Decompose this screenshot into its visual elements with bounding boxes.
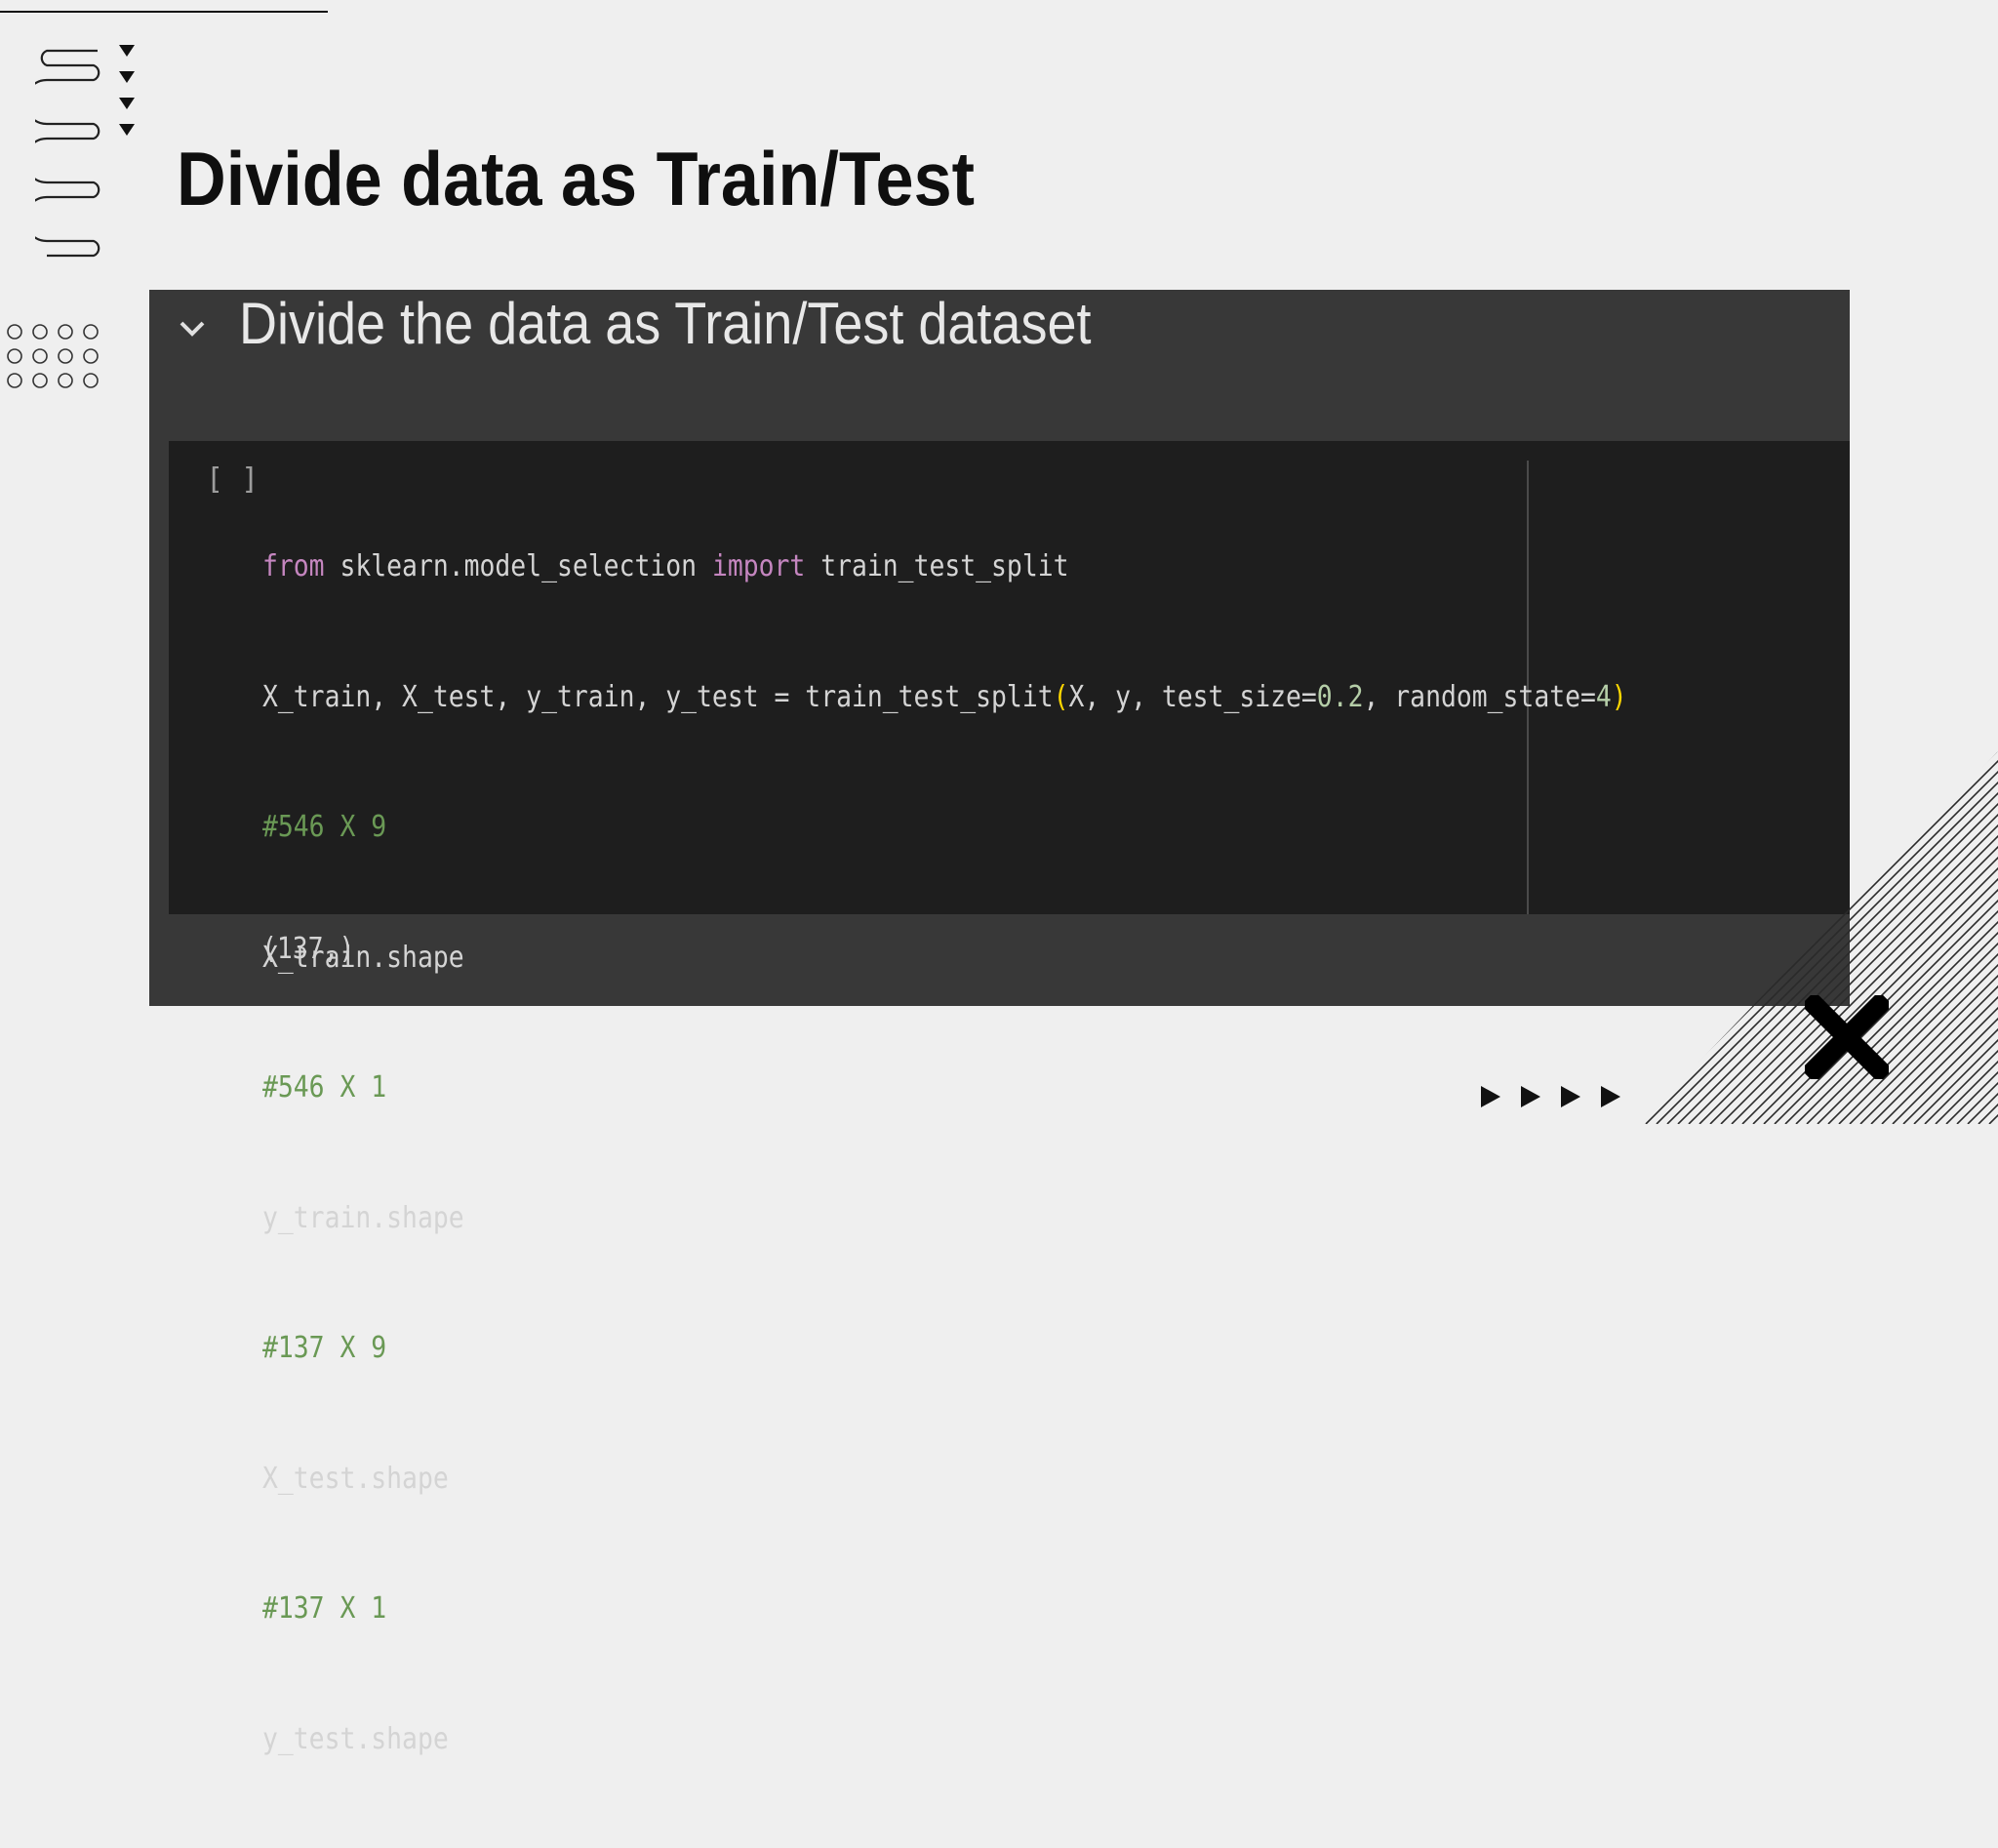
number-token: 0.2: [1316, 679, 1364, 714]
code-line: X_train.shape: [262, 940, 464, 975]
triangle-arrows-decoration: [119, 45, 135, 150]
code-token: sklearn.model_selection: [324, 549, 712, 583]
circle-grid-decoration: [7, 324, 99, 388]
code-token: X, y, test_size=: [1068, 679, 1317, 714]
cell-output: (137,): [261, 932, 355, 966]
code-line: y_train.shape: [262, 1200, 464, 1235]
code-editor[interactable]: from sklearn.model_selection import trai…: [262, 459, 1627, 1848]
code-line: from sklearn.model_selection import trai…: [262, 545, 1627, 589]
code-token: train_test_split: [805, 549, 1069, 583]
keyword-token: import: [711, 549, 806, 583]
keyword-token: from: [262, 549, 325, 583]
comment-line: #137 X 1: [262, 1591, 387, 1626]
comment-line: #546 X 1: [262, 1070, 387, 1105]
chevron-down-icon[interactable]: [173, 309, 212, 348]
bracket-token: (: [1053, 679, 1069, 714]
comment-line: #546 X 9: [262, 810, 387, 844]
code-cell[interactable]: [ ] from sklearn.model_selection import …: [169, 441, 1850, 1756]
code-line: X_train, X_test, y_train, y_test = train…: [262, 676, 1627, 720]
section-title: Divide the data as Train/Test dataset: [239, 291, 1092, 356]
bracket-token: ): [1611, 679, 1627, 714]
run-cell-button[interactable]: [ ]: [206, 462, 259, 497]
number-token: 4: [1595, 679, 1612, 714]
squiggle-decoration: [35, 49, 100, 258]
code-token: , random_state=: [1363, 679, 1596, 714]
section-header[interactable]: Divide the data as Train/Test dataset: [149, 290, 1850, 440]
top-rule-decoration: [0, 11, 328, 13]
play-arrows-decoration: [1481, 1086, 1620, 1107]
code-line: X_test.shape: [262, 1461, 449, 1496]
code-token: X_train, X_test, y_train, y_test = train…: [262, 679, 1054, 714]
code-line: y_test.shape: [262, 1721, 449, 1756]
comment-line: #137 X 9: [262, 1331, 387, 1365]
x-mark-icon: [1805, 995, 1889, 1079]
slide-title: Divide data as Train/Test: [177, 136, 976, 221]
colab-notebook-panel: Divide the data as Train/Test dataset [ …: [149, 290, 1850, 1756]
